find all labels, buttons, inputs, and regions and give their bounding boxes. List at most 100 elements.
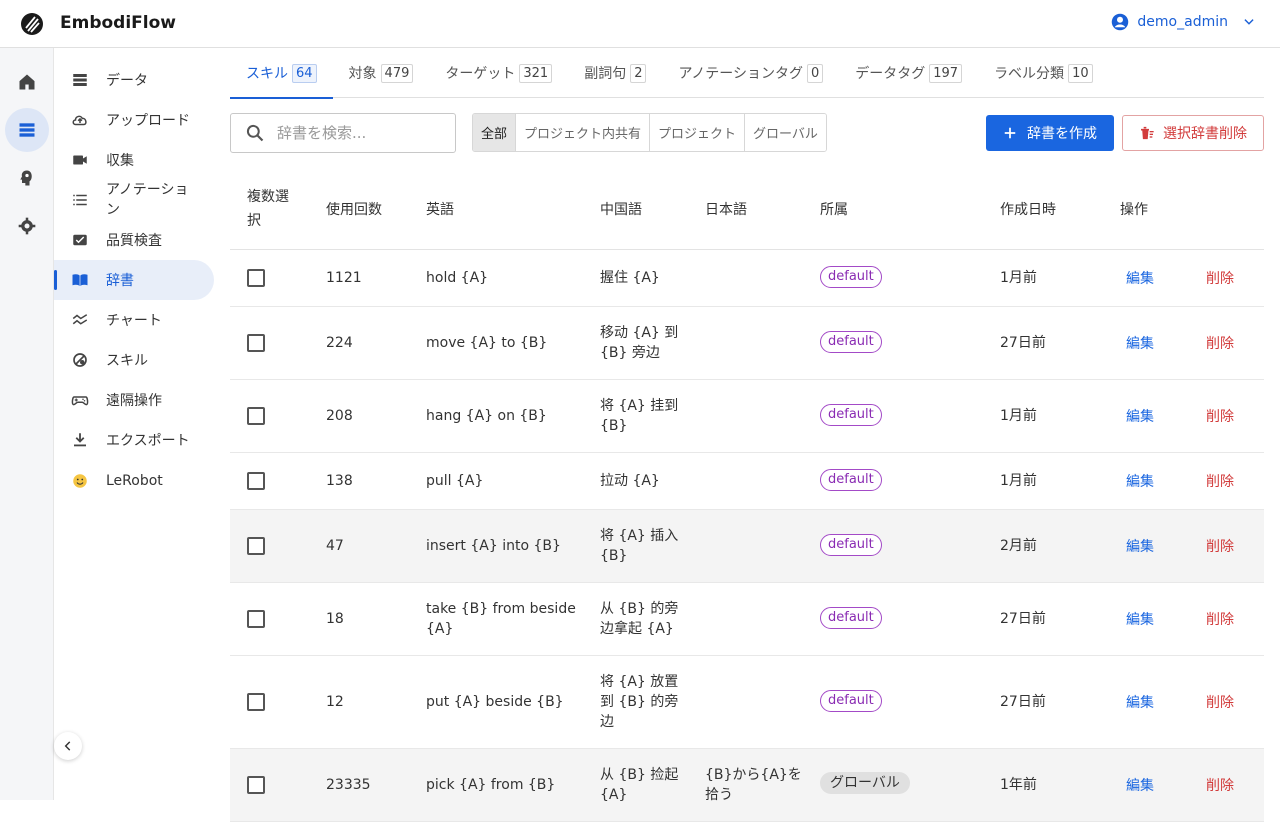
- plus-icon: [1004, 127, 1016, 139]
- user-menu[interactable]: demo_admin: [1111, 13, 1256, 31]
- tab-annotation-tag[interactable]: アノテーションタグ 0: [662, 48, 839, 98]
- cell-created: 1月前: [1000, 270, 1037, 286]
- sidebar-collapse-button[interactable]: [54, 732, 82, 760]
- row-checkbox[interactable]: [247, 334, 265, 352]
- sidebar-item-upload[interactable]: アップロード: [54, 100, 214, 140]
- cell-chinese: 将 {A} 挂到 {B}: [600, 398, 679, 434]
- sidebar-item-export[interactable]: エクスポート: [54, 420, 214, 460]
- cell-created: 27日前: [1000, 335, 1046, 351]
- sidebar-item-annotation[interactable]: アノテーション: [54, 178, 214, 222]
- filter-project-shared[interactable]: プロジェクト内共有: [516, 114, 651, 151]
- owner-badge: グローバル: [820, 772, 910, 794]
- tab-data-tag[interactable]: データタグ 197: [839, 48, 978, 98]
- sidebar-item-label: 遠隔操作: [106, 393, 162, 409]
- sidebar-item-chart[interactable]: チャート: [54, 300, 214, 340]
- delete-link[interactable]: 削除: [1206, 609, 1234, 629]
- edit-link[interactable]: 編集: [1126, 471, 1154, 491]
- edit-link[interactable]: 編集: [1126, 609, 1154, 629]
- row-checkbox[interactable]: [247, 776, 265, 794]
- sidebar-item-lerobot[interactable]: LeRobot: [54, 461, 214, 501]
- video-camera-icon: [70, 150, 90, 170]
- create-dictionary-button[interactable]: 辞書を作成: [986, 115, 1114, 151]
- tab-label: 副詞句: [584, 66, 627, 82]
- sidebar-item-collect[interactable]: 収集: [54, 140, 214, 180]
- header-ops: 操作: [1120, 202, 1148, 218]
- cell-english: pull {A}: [426, 473, 484, 489]
- tab-count: 2: [630, 63, 647, 83]
- filter-project[interactable]: プロジェクト: [650, 114, 746, 151]
- filter-all[interactable]: 全部: [473, 114, 517, 151]
- delete-link[interactable]: 削除: [1206, 775, 1234, 795]
- tab-skill[interactable]: スキル 64: [230, 48, 333, 99]
- tab-count: 321: [519, 63, 553, 83]
- tab-label-category[interactable]: ラベル分類 10: [978, 48, 1109, 98]
- sidebar-item-label: 収集: [106, 153, 134, 169]
- search-input[interactable]: [277, 124, 437, 142]
- cell-chinese: 握住 {A}: [600, 270, 660, 286]
- dictionary-tabs: スキル 64 対象 479 ターゲット 321 副詞句 2 アノテーションタグ 0 データ…: [230, 48, 1264, 99]
- edit-link[interactable]: 編集: [1126, 775, 1154, 795]
- tab-adverb[interactable]: 副詞句 2: [568, 48, 662, 98]
- edit-link[interactable]: 編集: [1126, 536, 1154, 556]
- sidebar-item-teleop[interactable]: 遠隔操作: [54, 380, 214, 420]
- row-checkbox[interactable]: [247, 693, 265, 711]
- row-checkbox[interactable]: [247, 610, 265, 628]
- sidebar-item-label: データ: [106, 73, 148, 89]
- tab-label: データタグ: [855, 66, 926, 82]
- edit-link[interactable]: 編集: [1126, 268, 1154, 288]
- user-name: demo_admin: [1137, 14, 1228, 30]
- cell-created: 27日前: [1000, 611, 1046, 627]
- row-checkbox[interactable]: [247, 407, 265, 425]
- cell-chinese: 拉动 {A}: [600, 473, 660, 489]
- cell-chinese: 从 {B} 的旁边拿起 {A}: [600, 601, 679, 637]
- rail-brain-button[interactable]: [5, 156, 49, 200]
- search-box: [230, 113, 456, 153]
- edit-link[interactable]: 編集: [1126, 406, 1154, 426]
- embodiflow-logo-icon: [21, 13, 43, 35]
- edit-link[interactable]: 編集: [1126, 333, 1154, 353]
- delete-link[interactable]: 削除: [1206, 268, 1234, 288]
- cell-usage: 138: [326, 473, 353, 489]
- cell-english: put {A} beside {B}: [426, 694, 564, 710]
- owner-badge: default: [820, 607, 882, 629]
- delete-link[interactable]: 削除: [1206, 692, 1234, 712]
- tab-object[interactable]: 対象 479: [333, 48, 430, 98]
- delete-link[interactable]: 削除: [1206, 536, 1234, 556]
- filter-global[interactable]: グローバル: [745, 114, 826, 151]
- sidebar-item-data[interactable]: データ: [54, 60, 214, 100]
- sidebar-item-dictionary[interactable]: 辞書: [54, 260, 214, 300]
- cell-usage: 208: [326, 408, 353, 424]
- delete-link[interactable]: 削除: [1206, 406, 1234, 426]
- cell-usage: 23335: [326, 777, 371, 793]
- sidebar-item-skill[interactable]: スキル: [54, 340, 214, 380]
- delete-link[interactable]: 削除: [1206, 471, 1234, 491]
- delete-selected-button[interactable]: 選択辞書削除: [1122, 115, 1264, 151]
- cell-chinese: 从 {B} 捡起 {A}: [600, 767, 679, 803]
- search-icon: [246, 124, 264, 142]
- cell-chinese: 移动 {A} 到 {B} 旁边: [600, 325, 679, 361]
- row-checkbox[interactable]: [247, 269, 265, 287]
- cell-chinese: 将 {A} 放置到 {B} 的旁边: [600, 674, 679, 730]
- tab-label: ラベル分類: [994, 66, 1065, 82]
- rail-storage-button[interactable]: [5, 108, 49, 152]
- sidebar-item-label: 品質検査: [106, 233, 162, 249]
- tab-count: 479: [380, 63, 414, 83]
- cell-usage: 47: [326, 538, 344, 554]
- rail-settings-button[interactable]: [5, 204, 49, 248]
- edit-link[interactable]: 編集: [1126, 692, 1154, 712]
- row-checkbox[interactable]: [247, 472, 265, 490]
- header-created: 作成日時: [1000, 202, 1056, 218]
- chevron-down-icon: [1244, 19, 1254, 25]
- cloud-upload-icon: [70, 110, 90, 130]
- delete-selected-label: 選択辞書削除: [1163, 126, 1247, 142]
- row-checkbox[interactable]: [247, 537, 265, 555]
- sidebar-item-label: チャート: [106, 313, 162, 329]
- delete-link[interactable]: 削除: [1206, 333, 1234, 353]
- dictionary-table: 複数選択 使用回数 英語 中国語 日本語 所属 作成日時 操作 1121 hol…: [230, 169, 1264, 822]
- cell-usage: 12: [326, 694, 344, 710]
- sidebar-item-label: LeRobot: [106, 473, 163, 489]
- sidebar-item-label: アノテーション: [106, 182, 189, 218]
- rail-home-button[interactable]: [5, 60, 49, 104]
- sidebar-item-quality[interactable]: 品質検査: [54, 220, 214, 260]
- tab-target[interactable]: ターゲット 321: [429, 48, 568, 98]
